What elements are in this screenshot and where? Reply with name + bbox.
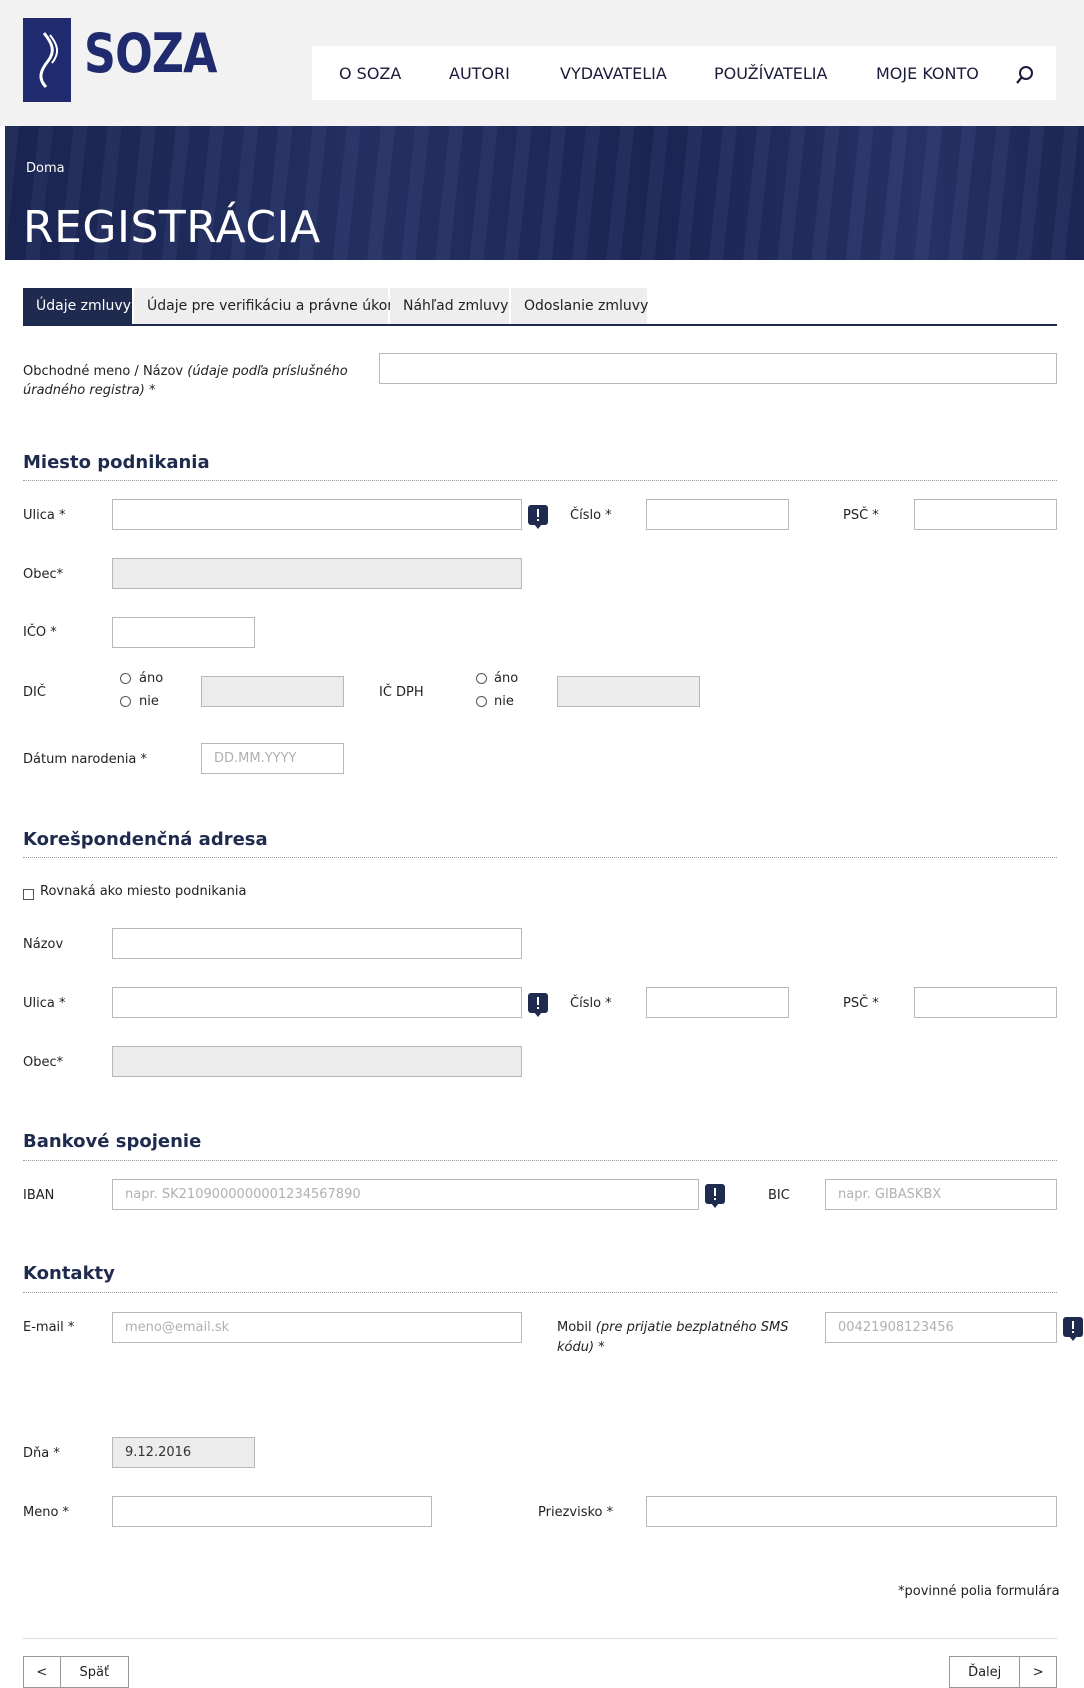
corr-number-label: Číslo * — [570, 996, 612, 1011]
last-name-label: Priezvisko * — [538, 1505, 614, 1520]
icdph-label: IČ DPH — [379, 685, 424, 700]
tab-udaje-zmluvy[interactable]: Údaje zmluvy — [23, 288, 133, 324]
iban-label: IBAN — [23, 1188, 55, 1203]
section-title-bank: Bankové spojenie — [23, 1131, 202, 1152]
first-name-input[interactable] — [112, 1496, 432, 1527]
corr-city-input — [112, 1046, 522, 1077]
dic-yes-label: áno — [139, 671, 164, 686]
search-icon[interactable] — [1014, 64, 1036, 86]
section-title-business: Miesto podnikania — [23, 452, 210, 473]
nav-item-vydavatelia[interactable]: VYDAVATELIA — [560, 64, 667, 83]
dic-input — [201, 676, 344, 707]
same-as-business-label: Rovnaká ako miesto podnikania — [40, 884, 247, 899]
info-icon[interactable] — [528, 505, 548, 529]
nav-item-autori[interactable]: AUTORI — [449, 64, 510, 83]
tabs-underline — [23, 324, 1057, 326]
corr-street-label: Ulica * — [23, 996, 66, 1011]
mobile-input[interactable] — [825, 1312, 1057, 1343]
back-button[interactable]: < Späť — [23, 1656, 129, 1688]
mobile-label: Mobil (pre prijatie bezplatného SMS kódu… — [557, 1320, 789, 1355]
soza-logo-icon[interactable] — [23, 18, 71, 102]
last-name-input[interactable] — [646, 1496, 1057, 1527]
dic-label: DIČ — [23, 685, 46, 700]
corr-street-input[interactable] — [112, 987, 522, 1018]
section-title-correspondence: Korešpondenčná adresa — [23, 829, 268, 850]
icdph-yes-label: áno — [494, 671, 519, 686]
icdph-no-radio[interactable] — [476, 696, 487, 707]
zip-input[interactable] — [914, 499, 1057, 530]
company-name-label: Obchodné meno / Názov (údaje podľa prísl… — [23, 364, 348, 398]
chevron-left-icon: < — [36, 1664, 48, 1680]
tab-verifikacia[interactable]: Údaje pre verifikáciu a právne úkony — [134, 288, 404, 324]
corr-city-label: Obec* — [23, 1055, 64, 1070]
bic-input[interactable] — [825, 1179, 1057, 1210]
corr-name-input[interactable] — [112, 928, 522, 959]
bic-label: BIC — [768, 1188, 790, 1203]
date-field: 9.12.2016 — [112, 1437, 255, 1468]
tab-odoslanie-zmluvy[interactable]: Odoslanie zmluvy — [511, 288, 648, 324]
next-button-label: Ďalej — [968, 1664, 1002, 1680]
email-input[interactable] — [112, 1312, 522, 1343]
next-button[interactable]: Ďalej > — [949, 1656, 1057, 1688]
city-input — [112, 558, 522, 589]
breadcrumb[interactable]: Doma — [26, 161, 65, 176]
required-fields-note: *povinné polia formulára — [898, 1584, 1060, 1599]
dic-yes-radio[interactable] — [120, 673, 131, 684]
icdph-input — [557, 676, 700, 707]
corr-number-input[interactable] — [646, 987, 789, 1018]
icdph-no-label: nie — [494, 694, 514, 709]
section-title-contacts: Kontakty — [23, 1263, 115, 1284]
section-divider — [23, 1160, 1057, 1161]
info-icon[interactable] — [1063, 1317, 1083, 1341]
info-icon[interactable] — [528, 993, 548, 1017]
icdph-yes-radio[interactable] — [476, 673, 487, 684]
email-label: E-mail * — [23, 1320, 75, 1335]
number-label: Číslo * — [570, 508, 612, 523]
company-name-input[interactable] — [379, 353, 1057, 384]
nav-item-moje-konto[interactable]: MOJE KONTO — [876, 64, 979, 83]
corr-zip-label: PSČ * — [843, 996, 879, 1011]
number-input[interactable] — [646, 499, 789, 530]
date-label: Dňa * — [23, 1446, 60, 1461]
section-divider — [23, 857, 1057, 858]
info-icon[interactable] — [705, 1184, 725, 1208]
dic-no-radio[interactable] — [120, 696, 131, 707]
section-divider — [23, 1292, 1057, 1293]
city-label: Obec* — [23, 567, 64, 582]
street-input[interactable] — [112, 499, 522, 530]
iban-input[interactable] — [112, 1179, 699, 1210]
back-button-label: Späť — [79, 1664, 110, 1680]
birth-date-label: Dátum narodenia * — [23, 752, 148, 767]
same-as-business-checkbox[interactable] — [23, 889, 34, 900]
chevron-right-icon: > — [1032, 1664, 1044, 1680]
section-divider — [23, 480, 1057, 481]
ico-label: IČO * — [23, 625, 57, 640]
street-label: Ulica * — [23, 508, 66, 523]
corr-name-label: Názov — [23, 937, 64, 952]
logo-text[interactable]: SOZA — [84, 22, 217, 85]
zip-label: PSČ * — [843, 508, 879, 523]
ico-input[interactable] — [112, 617, 255, 648]
nav-item-pouzivatelia[interactable]: POUŽÍVATELIA — [714, 64, 827, 83]
nav-item-o-soza[interactable]: O SOZA — [339, 64, 401, 83]
page-title: REGISTRÁCIA — [23, 202, 321, 253]
tab-nahlad-zmluvy[interactable]: Náhľad zmluvy — [390, 288, 510, 324]
birth-date-input[interactable] — [201, 743, 344, 774]
corr-zip-input[interactable] — [914, 987, 1057, 1018]
first-name-label: Meno * — [23, 1505, 70, 1520]
dic-no-label: nie — [139, 694, 159, 709]
footer-divider — [23, 1638, 1057, 1639]
